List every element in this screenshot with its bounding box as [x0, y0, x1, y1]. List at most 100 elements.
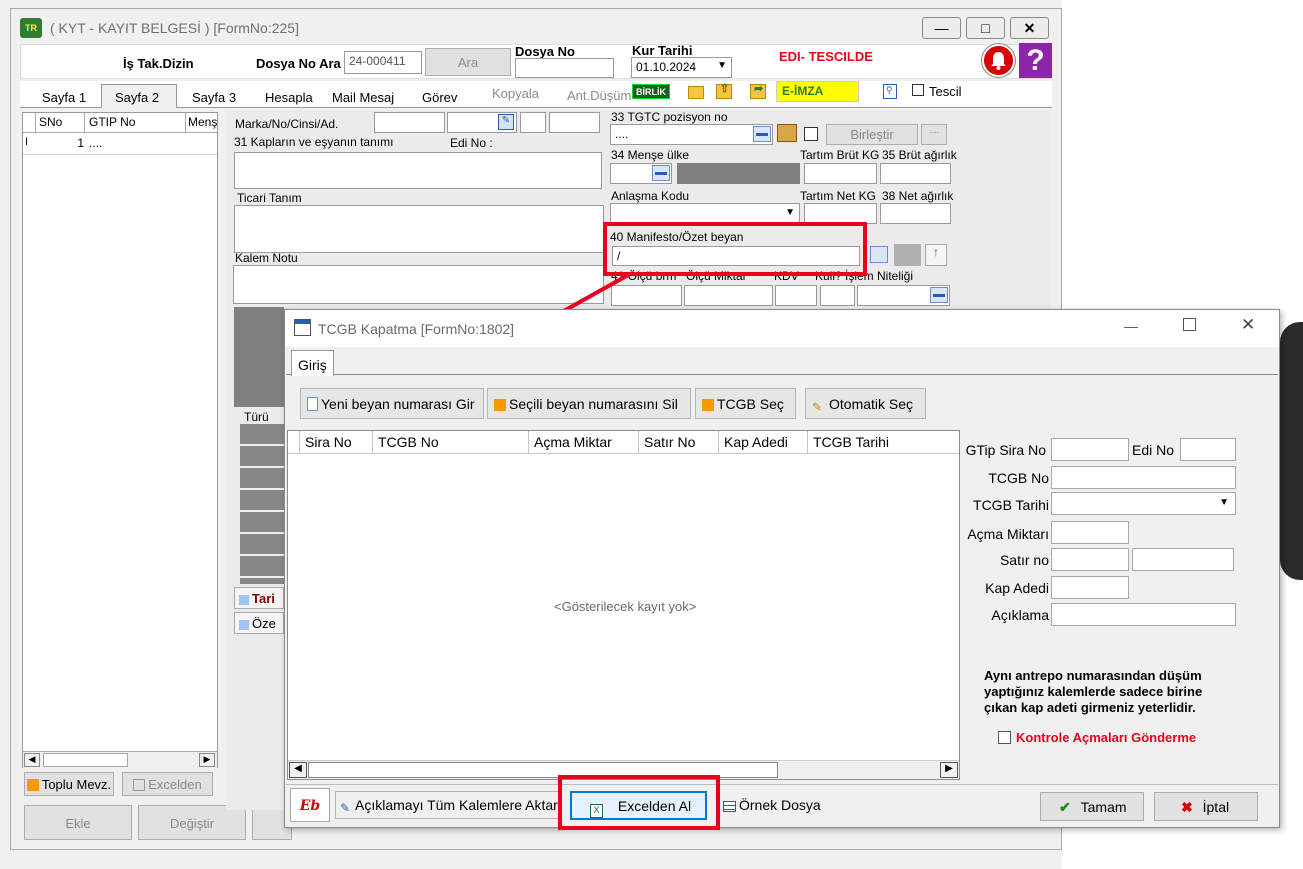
manifesto-list-icon[interactable] [870, 246, 888, 263]
toplu-mevz-icon [26, 779, 39, 791]
ticari-tanim-textarea[interactable] [234, 205, 604, 253]
tartim-brut-input[interactable] [804, 163, 877, 184]
col-acma-miktar[interactable]: Açma Miktar [529, 431, 639, 454]
tab-mail-mesaj[interactable]: Mail Mesaj [332, 90, 394, 105]
close-button[interactable]: ✕ [1010, 17, 1049, 39]
secili-beyan-sil-button[interactable]: Seçili beyan numarasını Sil [487, 388, 691, 419]
dialog-title: TCGB Kapatma [FormNo:1802] [318, 321, 515, 337]
folder-open-icon[interactable] [688, 86, 704, 99]
dialog-maximize-button[interactable] [1183, 318, 1196, 331]
eb-logo-icon[interactable]: Eb [290, 788, 330, 822]
col-tcgb-no[interactable]: TCGB No [373, 431, 529, 454]
iptal-button[interactable]: ✖ İptal [1154, 792, 1258, 821]
aciklamayi-aktar-button[interactable]: ✎ Açıklamayı Tüm Kalemlere Aktar [335, 791, 559, 819]
kaplar-textarea[interactable] [234, 152, 602, 189]
folder-export-icon[interactable]: ➦ [750, 83, 766, 99]
scroll-right-icon[interactable]: ▶ [199, 753, 215, 767]
scroll-thumb[interactable] [43, 753, 128, 767]
e-imza-button[interactable]: E-İMZA [776, 81, 859, 102]
birlestir-more-button[interactable]: .... [921, 124, 947, 145]
scroll-left-icon[interactable]: ◀ [24, 753, 40, 767]
satir-no-input[interactable] [1051, 548, 1129, 571]
grid-col-mense[interactable]: Menş [186, 113, 217, 133]
grid-row-sno[interactable]: 1 [36, 136, 84, 150]
tgtc-lookup-icon[interactable] [753, 126, 771, 142]
manifesto-gray-button[interactable] [894, 244, 921, 266]
folder-upload-icon[interactable]: ⇧ [716, 83, 732, 99]
tab-sayfa-1[interactable]: Sayfa 1 [42, 90, 86, 105]
minimize-button[interactable]: — [922, 17, 961, 39]
alarm-bell-icon[interactable] [982, 44, 1015, 77]
tgtc-input[interactable]: .... [610, 124, 773, 145]
kur-tarihi-input[interactable]: 01.10.2024 ▼ [631, 57, 732, 78]
otomatik-sec-button[interactable]: ✎ Otomatik Seç [805, 388, 926, 419]
yeni-beyan-button[interactable]: Yeni beyan numarası Gir [300, 388, 484, 419]
tcgb-sec-button[interactable]: TCGB Seç [695, 388, 796, 419]
tab-sayfa-3[interactable]: Sayfa 3 [192, 90, 236, 105]
col-tcgb-tarihi[interactable]: TCGB Tarihi [808, 431, 959, 454]
aciklama-input[interactable] [1051, 603, 1236, 626]
mense-lookup-icon[interactable] [652, 165, 670, 181]
kull-input[interactable] [820, 285, 855, 306]
grid-row-gtip[interactable]: .... [89, 136, 102, 150]
scroll-left-icon[interactable]: ◀ [289, 762, 307, 778]
manifesto-info-icon[interactable]: ↑ [925, 244, 947, 266]
app-logo-icon: TR [20, 18, 42, 38]
tartim-net-input[interactable] [804, 203, 877, 224]
help-icon[interactable]: ? [1019, 43, 1052, 78]
grid-col-sno[interactable]: SNo [36, 113, 85, 133]
islem-lookup-icon[interactable] [930, 287, 948, 303]
scroll-right-icon[interactable]: ▶ [940, 762, 958, 778]
degistir-button[interactable]: Değiştir [138, 805, 246, 840]
tescil-checkbox[interactable] [912, 84, 924, 96]
anlasma-select[interactable]: ▼ [610, 203, 800, 224]
maximize-button[interactable]: □ [966, 17, 1005, 39]
oze-button[interactable]: Öze [234, 612, 284, 634]
excelden-small-button[interactable]: Excelden [122, 772, 213, 796]
birlestir-button[interactable]: Birleştir [826, 124, 918, 145]
ara-button[interactable]: Ara [425, 48, 511, 76]
tcgb-tarihi-select[interactable]: ▼ [1051, 492, 1236, 515]
select-record-icon [702, 399, 714, 411]
marka-input-3[interactable] [520, 112, 546, 133]
birlik-badge[interactable]: BİRLİK [632, 84, 670, 99]
col-sira-no[interactable]: Sira No [300, 431, 373, 454]
is-tak-dizin-link[interactable]: İş Tak.Dizin [123, 56, 194, 71]
chevron-down-icon: ▼ [717, 60, 727, 71]
preview-icon[interactable]: ⚲ [883, 84, 897, 99]
col-satir-no[interactable]: Satır No [639, 431, 719, 454]
ekle-button[interactable]: Ekle [24, 805, 132, 840]
tab-gorev[interactable]: Görev [422, 90, 457, 105]
dosya-no-input[interactable] [515, 58, 614, 78]
edit-note-icon[interactable]: ✎ [498, 114, 514, 130]
tamam-button[interactable]: ✔ Tamam [1040, 792, 1144, 821]
kontrole-checkbox[interactable] [998, 731, 1011, 744]
tari-button[interactable]: Tari [234, 587, 284, 609]
dialog-minimize-button[interactable]: — [1124, 318, 1138, 334]
olcu-miktar-input[interactable] [684, 285, 773, 306]
dosya-no-ara-input[interactable]: 24-000411 [344, 51, 422, 74]
tcgb-no-input[interactable] [1051, 466, 1236, 489]
col-kap-adedi[interactable]: Kap Adedi [719, 431, 808, 454]
marka-input-1[interactable] [374, 112, 445, 133]
gtip-sira-no-input[interactable] [1051, 438, 1129, 461]
kap-adedi-input[interactable] [1051, 576, 1129, 599]
tcgb-no-label: TCGB No [988, 470, 1049, 486]
dialog-close-button[interactable]: ✕ [1241, 315, 1255, 335]
tab-giris[interactable]: Giriş [291, 350, 334, 376]
grid-col-gtip[interactable]: GTIP No [85, 113, 186, 133]
kdv-input[interactable] [775, 285, 817, 306]
grid-hscrollbar[interactable]: ◀ ▶ [23, 751, 217, 768]
tgtc-checkbox[interactable] [804, 127, 818, 141]
acma-miktari-input[interactable] [1051, 521, 1129, 544]
tab-kopyala[interactable]: Kopyala [492, 86, 539, 101]
tab-hesapla[interactable]: Hesapla [265, 90, 313, 105]
brut-agirlik-input[interactable] [880, 163, 951, 184]
tab-ant-dusum[interactable]: Ant.Düşüm [567, 88, 631, 103]
marka-input-4[interactable] [549, 112, 600, 133]
toplu-mevz-button[interactable]: Toplu Mevz. [24, 772, 114, 796]
ornek-dosya-button[interactable]: Örnek Dosya [723, 797, 821, 813]
tab-sayfa-2[interactable]: Sayfa 2 [115, 90, 159, 105]
box-icon[interactable] [777, 124, 797, 142]
net-agirlik-input[interactable] [880, 203, 951, 224]
